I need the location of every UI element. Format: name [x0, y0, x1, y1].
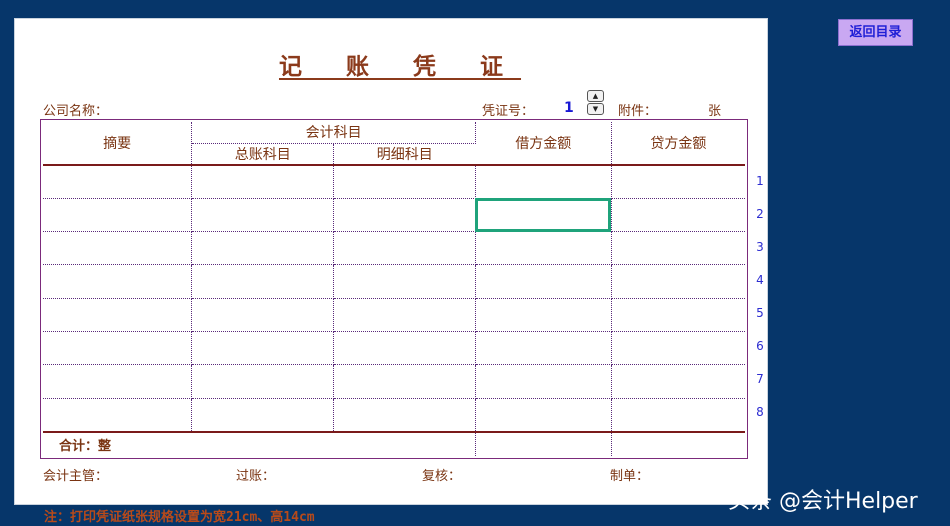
attachments-unit: 张	[708, 104, 722, 119]
row-number: 8	[756, 405, 764, 419]
summary-cell[interactable]	[43, 298, 193, 333]
debit-cell[interactable]	[475, 364, 612, 399]
general-account-cell[interactable]	[191, 298, 335, 333]
table-row	[43, 398, 745, 433]
general-account-cell[interactable]	[191, 231, 335, 266]
detail-account-cell[interactable]	[333, 198, 476, 233]
credit-cell[interactable]	[611, 364, 745, 399]
summary-cell[interactable]	[43, 364, 193, 399]
credit-cell[interactable]	[611, 231, 745, 266]
credit-total-cell	[611, 431, 745, 456]
review-label: 复核：	[422, 469, 462, 484]
header-account-group: 会计科目	[191, 122, 476, 144]
credit-cell[interactable]	[611, 198, 745, 233]
debit-cell[interactable]	[475, 164, 612, 199]
header-debit: 借方金额	[475, 122, 612, 166]
table-row	[43, 364, 745, 399]
spinner-down-button[interactable]: ▼	[587, 103, 604, 115]
prepared-by-label: 制单：	[610, 469, 650, 484]
voucher-number-spinner[interactable]: ▲ ▼	[587, 90, 604, 115]
back-to-menu-button[interactable]: 返回目录	[838, 19, 913, 46]
summary-cell[interactable]	[43, 164, 193, 199]
summary-cell[interactable]	[43, 264, 193, 299]
total-label: 合计：整	[43, 431, 476, 456]
row-number: 4	[756, 273, 764, 287]
general-account-cell[interactable]	[191, 398, 335, 433]
triangle-down-icon: ▼	[592, 105, 599, 113]
summary-cell[interactable]	[43, 398, 193, 433]
watermark-text: 头条 @会计Helper	[728, 489, 918, 514]
summary-cell[interactable]	[43, 198, 193, 233]
header-detail-account: 明细科目	[333, 143, 476, 166]
detail-account-cell[interactable]	[333, 164, 476, 199]
debit-total-cell	[475, 431, 612, 456]
general-account-cell[interactable]	[191, 331, 335, 366]
general-account-cell[interactable]	[191, 164, 335, 199]
row-number: 5	[756, 306, 764, 320]
voucher-number-label: 凭证号：	[482, 104, 535, 119]
debit-cell[interactable]	[475, 298, 612, 333]
general-account-cell[interactable]	[191, 264, 335, 299]
voucher-sheet: 记 账 凭 证 公司名称： 凭证号： 1 ▲ ▼ 附件： 张 摘要 会计科目 借…	[14, 18, 768, 505]
row-number: 6	[756, 339, 764, 353]
detail-account-cell[interactable]	[333, 264, 476, 299]
credit-cell[interactable]	[611, 331, 745, 366]
detail-account-cell[interactable]	[333, 398, 476, 433]
debit-cell[interactable]	[475, 231, 612, 266]
general-account-cell[interactable]	[191, 364, 335, 399]
credit-cell[interactable]	[611, 298, 745, 333]
summary-cell[interactable]	[43, 331, 193, 366]
detail-account-cell[interactable]	[333, 231, 476, 266]
triangle-up-icon: ▲	[592, 92, 599, 100]
debit-cell[interactable]	[475, 331, 612, 366]
debit-cell-selected[interactable]	[475, 198, 612, 233]
debit-cell[interactable]	[475, 264, 612, 299]
spinner-up-button[interactable]: ▲	[587, 90, 604, 102]
detail-account-cell[interactable]	[333, 331, 476, 366]
posting-label: 过账：	[236, 469, 276, 484]
voucher-table-frame: 摘要 会计科目 借方金额 贷方金额 总账科目 明细科目 合计：整	[40, 119, 748, 459]
voucher-number-value[interactable]: 1	[564, 100, 574, 116]
voucher-title: 记 账 凭 证	[278, 53, 522, 80]
header-general-account: 总账科目	[191, 143, 335, 166]
detail-account-cell[interactable]	[333, 298, 476, 333]
detail-account-cell[interactable]	[333, 364, 476, 399]
credit-cell[interactable]	[611, 264, 745, 299]
debit-cell[interactable]	[475, 398, 612, 433]
total-row: 合计：整	[43, 431, 745, 456]
summary-cell[interactable]	[43, 231, 193, 266]
credit-cell[interactable]	[611, 164, 745, 199]
header-summary: 摘要	[43, 122, 193, 166]
supervisor-label: 会计主管：	[43, 469, 109, 484]
table-row	[43, 198, 745, 233]
voucher-table: 摘要 会计科目 借方金额 贷方金额 总账科目 明细科目 合计：整	[43, 122, 745, 456]
row-number: 3	[756, 240, 764, 254]
company-name-label: 公司名称：	[43, 104, 109, 119]
table-row	[43, 231, 745, 266]
header-credit: 贷方金额	[611, 122, 745, 166]
table-row	[43, 298, 745, 333]
table-row	[43, 331, 745, 366]
print-note: 注：打印凭证纸张规格设置为宽21cm、高14cm	[44, 510, 315, 525]
row-number: 2	[756, 207, 764, 221]
general-account-cell[interactable]	[191, 198, 335, 233]
attachments-label: 附件：	[618, 104, 658, 119]
row-number: 1	[756, 174, 764, 188]
credit-cell[interactable]	[611, 398, 745, 433]
table-row	[43, 264, 745, 299]
row-number: 7	[756, 372, 764, 386]
table-row	[43, 164, 745, 199]
